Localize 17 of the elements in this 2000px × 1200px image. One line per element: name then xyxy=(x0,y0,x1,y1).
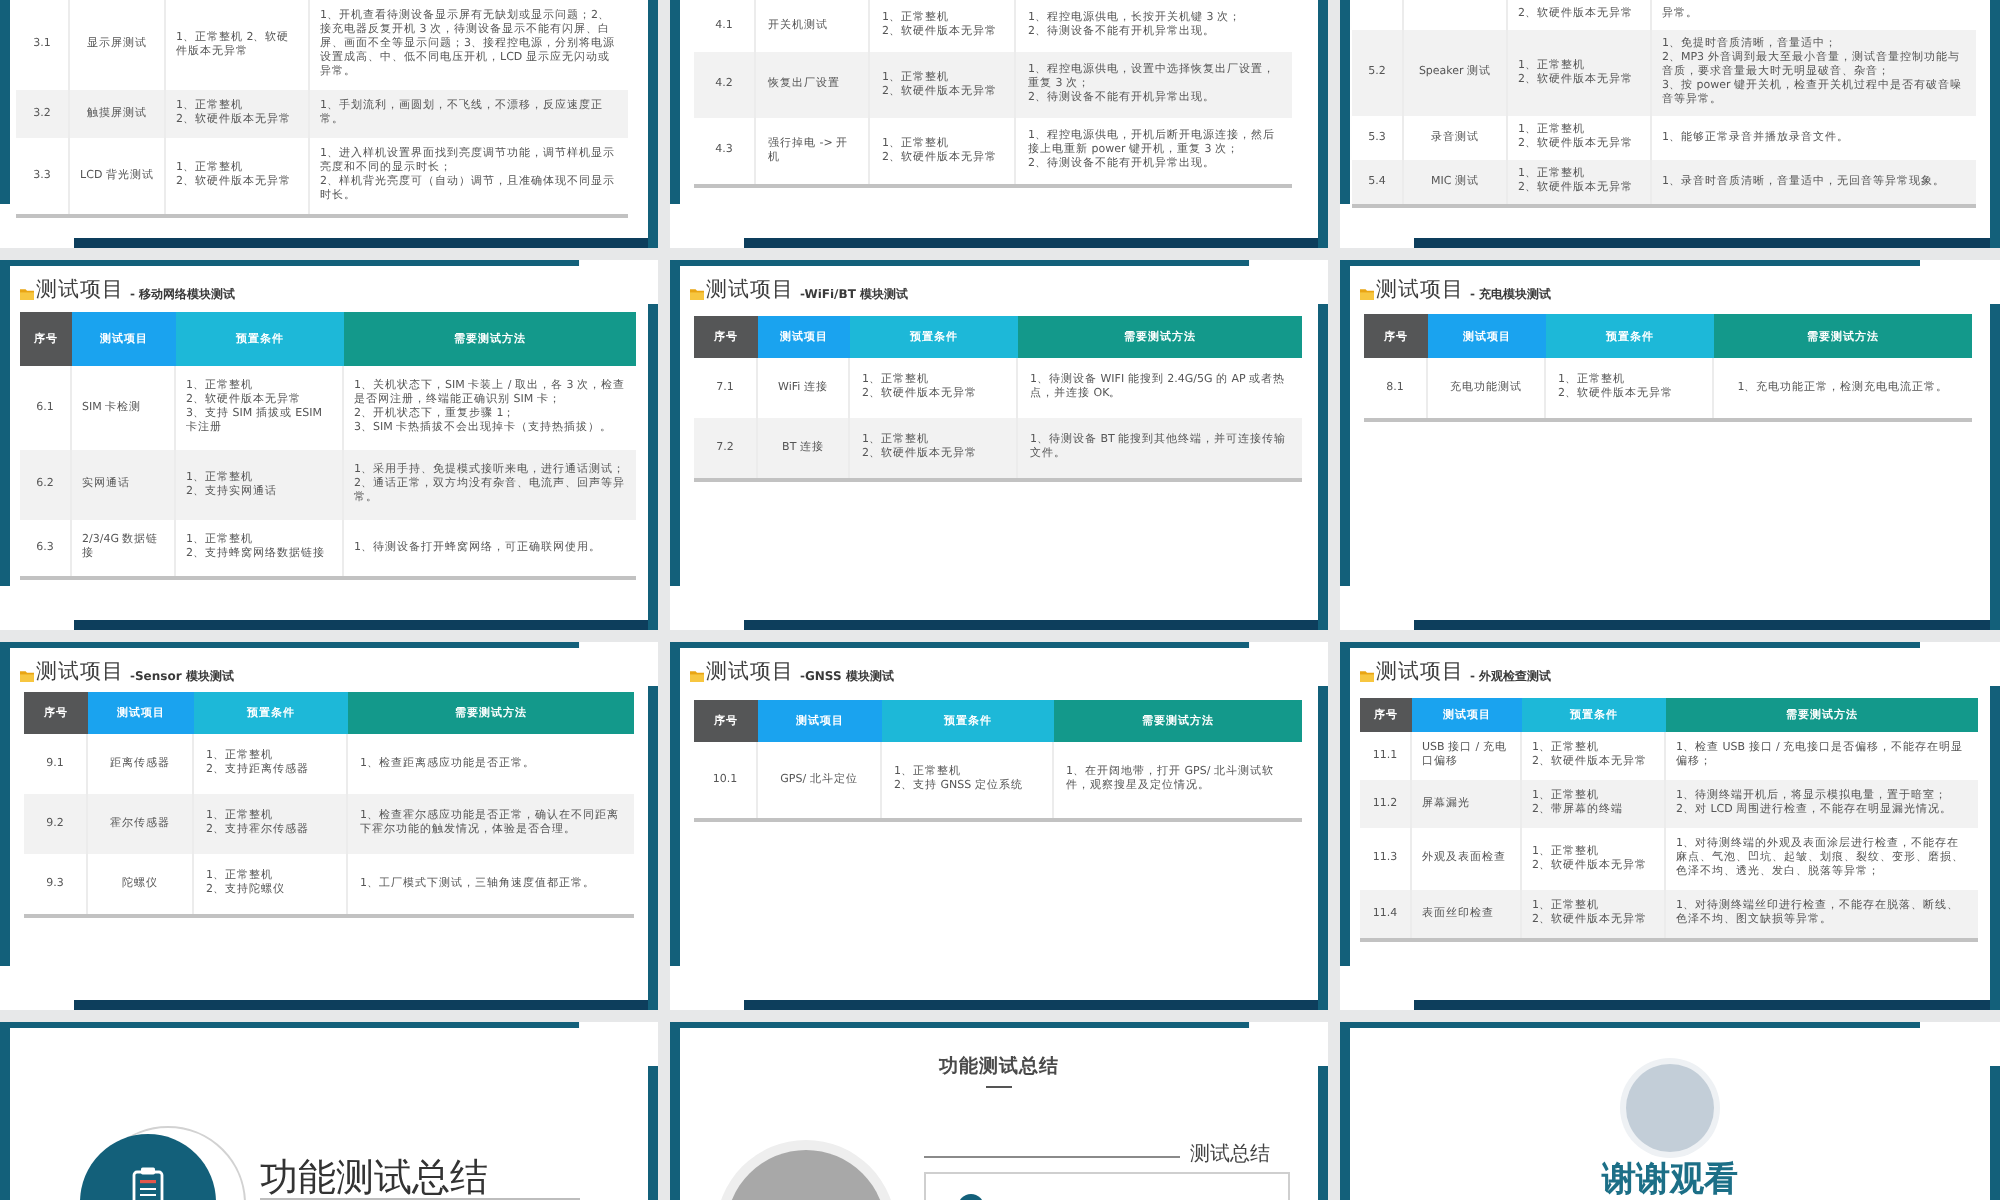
folder-icon xyxy=(690,670,704,682)
slide-title: 测试项目 xyxy=(1376,278,1464,304)
closing-title: 谢谢观看 xyxy=(1602,1162,1738,1198)
slide-title: 测试项目 xyxy=(36,278,124,304)
folder-icon xyxy=(1360,670,1374,682)
summary-heading: 功能测试总结 xyxy=(939,1056,1059,1080)
section-label: 测试总结 xyxy=(1190,1146,1270,1166)
photo-placeholder xyxy=(1620,1058,1720,1158)
slide-title: 测试项目 xyxy=(36,660,124,686)
folder-icon xyxy=(690,288,704,300)
slide-title: 测试项目 xyxy=(706,660,794,686)
slide-title: 测试项目 xyxy=(1376,660,1464,686)
slide-title: 测试项目 xyxy=(706,278,794,304)
folder-icon xyxy=(1360,288,1374,300)
folder-icon xyxy=(20,670,34,682)
section-title: 功能测试总结 xyxy=(260,1160,490,1198)
folder-icon xyxy=(20,288,34,300)
